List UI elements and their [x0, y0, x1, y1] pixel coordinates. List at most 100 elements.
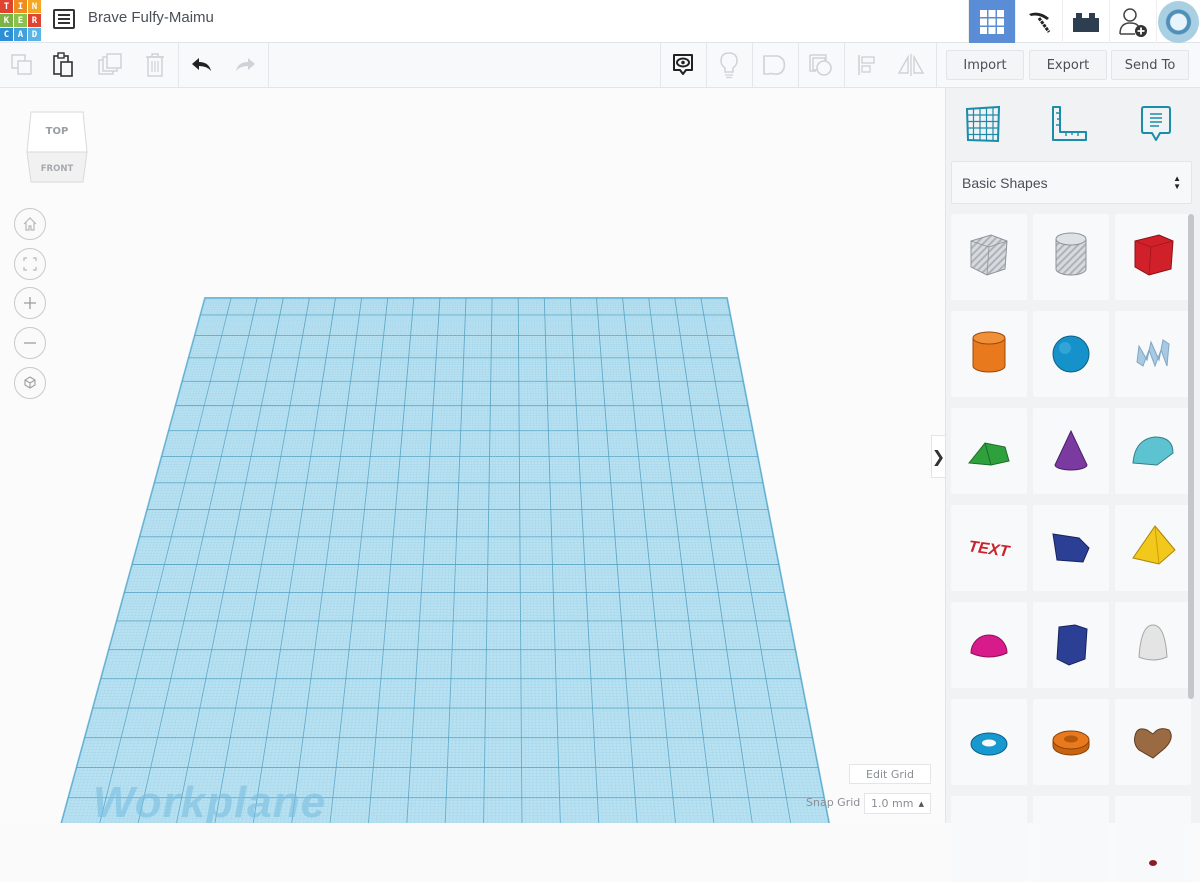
redo-button[interactable] — [223, 43, 267, 87]
edit-grid-button[interactable]: Edit Grid — [849, 764, 931, 784]
shape-category-select[interactable]: Basic Shapes ▲▼ — [951, 161, 1192, 204]
copy-button[interactable] — [0, 43, 44, 87]
cylinder-hole-shape-icon — [1043, 229, 1099, 285]
shape-library-scrollbar[interactable] — [1188, 214, 1194, 699]
group-button[interactable] — [753, 43, 797, 87]
collapse-panel-button[interactable]: ❯ — [931, 435, 945, 478]
shape-tile-heart[interactable] — [1115, 699, 1191, 785]
logo-letter: T — [0, 0, 13, 13]
export-button[interactable]: Export — [1029, 50, 1107, 80]
more-shape-3-shape-icon — [1125, 811, 1181, 867]
workplane-grid[interactable] — [0, 88, 945, 823]
shape-tile-polygon[interactable] — [1033, 602, 1109, 688]
shape-tile-paraboloid[interactable] — [1115, 602, 1191, 688]
zoom-out-button[interactable] — [14, 327, 46, 359]
snap-grid-select[interactable]: 1.0 mm ▲ — [864, 793, 931, 814]
round-roof-shape-icon — [1125, 423, 1181, 479]
minus-icon — [23, 336, 37, 350]
wedge-shape-icon — [1043, 520, 1099, 576]
shape-tile-cylinder-hole[interactable] — [1033, 214, 1109, 300]
3d-viewport[interactable]: Workplane TOP FRONT Edit Grid Snap Grid … — [0, 88, 945, 823]
send-to-button[interactable]: Send To — [1111, 50, 1189, 80]
zoom-in-button[interactable] — [14, 287, 46, 319]
notes-tool-button[interactable] — [1134, 102, 1178, 146]
shape-tile-sphere[interactable] — [1033, 311, 1109, 397]
shapes-panel: Basic Shapes ▲▼ TEXT — [945, 88, 1200, 823]
pickaxe-icon — [1025, 8, 1053, 36]
logo-letter: K — [0, 14, 13, 27]
duplicate-button[interactable] — [88, 43, 132, 87]
viewcube-top-label: TOP — [46, 126, 69, 137]
shape-tile-box[interactable] — [1115, 214, 1191, 300]
design-title[interactable]: Brave Fulfy-Maimu — [88, 9, 214, 26]
fit-view-icon — [23, 257, 37, 271]
shape-tile-pyramid[interactable] — [1115, 505, 1191, 591]
invite-user-button[interactable] — [1109, 0, 1156, 43]
tinkercad-logo[interactable]: TINKERCAD — [0, 0, 40, 40]
viewcube-front-label: FRONT — [41, 164, 74, 174]
heart-shape-icon — [1125, 714, 1181, 770]
align-button[interactable] — [845, 43, 889, 87]
fit-all-button[interactable] — [14, 248, 46, 280]
ruler-tool-button[interactable] — [1047, 102, 1091, 146]
lego-view-button[interactable] — [1062, 0, 1109, 43]
workplane-label: Workplane — [93, 778, 326, 823]
shape-tile-more-shape-3[interactable] — [1115, 796, 1191, 882]
scribble-shape-icon — [1125, 326, 1181, 382]
shape-tile-more-shape-1[interactable] — [951, 796, 1027, 882]
tube-shape-icon — [1043, 714, 1099, 770]
box-hole-shape-icon — [961, 229, 1017, 285]
view-cube[interactable]: TOP FRONT — [25, 110, 89, 184]
shape-tile-more-shape-2[interactable] — [1033, 796, 1109, 882]
text-shape-icon: TEXT — [961, 520, 1017, 576]
logo-letter: D — [28, 28, 41, 41]
snap-grid-value: 1.0 mm — [871, 797, 913, 810]
paste-icon — [51, 52, 75, 78]
align-icon — [856, 53, 878, 77]
shape-library-grid: TEXT — [951, 214, 1191, 882]
shape-tile-cylinder[interactable] — [951, 311, 1027, 397]
more-shape-2-shape-icon — [1043, 811, 1099, 867]
undo-button[interactable] — [180, 43, 224, 87]
group-shapes-icon — [762, 53, 788, 77]
shape-tile-tube[interactable] — [1033, 699, 1109, 785]
import-button[interactable]: Import — [946, 50, 1024, 80]
shape-tile-wedge[interactable] — [1033, 505, 1109, 591]
home-view-button[interactable] — [14, 208, 46, 240]
cone-shape-icon — [1043, 423, 1099, 479]
3d-design-view-button[interactable] — [968, 0, 1015, 43]
plus-icon — [23, 296, 37, 310]
polygon-shape-icon — [1043, 617, 1099, 673]
ungroup-button[interactable] — [799, 43, 843, 87]
shape-tile-cone[interactable] — [1033, 408, 1109, 494]
workplane-tool-button[interactable] — [961, 102, 1005, 146]
home-icon — [23, 217, 37, 231]
shape-tile-roof[interactable] — [951, 408, 1027, 494]
select-arrows-icon: ▲▼ — [1173, 175, 1181, 191]
shape-tile-half-sphere[interactable] — [951, 602, 1027, 688]
shape-tile-box-hole[interactable] — [951, 214, 1027, 300]
notes-toggle-button[interactable] — [661, 43, 705, 87]
delete-button[interactable] — [133, 43, 177, 87]
copy-icon — [10, 53, 34, 77]
paste-button[interactable] — [41, 43, 85, 87]
mirror-button[interactable] — [889, 43, 933, 87]
lego-brick-icon — [1073, 12, 1099, 32]
design-list-icon[interactable] — [53, 9, 75, 29]
shape-tile-round-roof[interactable] — [1115, 408, 1191, 494]
workplane-icon — [964, 105, 1002, 143]
minecraft-view-button[interactable] — [1015, 0, 1062, 43]
light-button[interactable] — [707, 43, 751, 87]
more-shape-1-shape-icon — [961, 811, 1017, 867]
shape-tile-text[interactable]: TEXT — [951, 505, 1027, 591]
caret-up-icon: ▲ — [919, 800, 924, 808]
perspective-toggle-button[interactable] — [14, 367, 46, 399]
torus-shape-icon — [961, 714, 1017, 770]
cylinder-shape-icon — [961, 326, 1017, 382]
logo-letter: N — [28, 0, 41, 13]
sphere-shape-icon — [1043, 326, 1099, 382]
shape-tile-torus[interactable] — [951, 699, 1027, 785]
user-avatar-button[interactable] — [1156, 0, 1200, 43]
shape-tile-scribble[interactable] — [1115, 311, 1191, 397]
box-shape-icon — [1125, 229, 1181, 285]
